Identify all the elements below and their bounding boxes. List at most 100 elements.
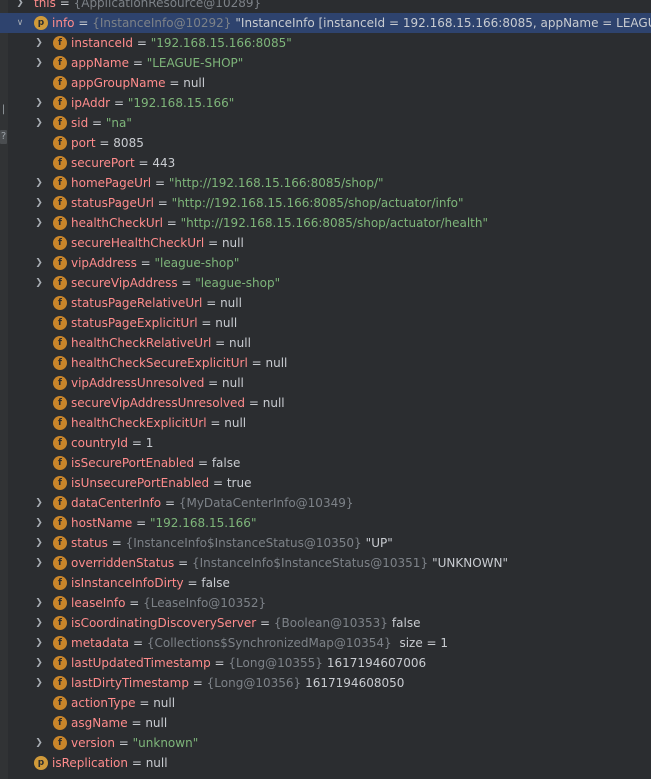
tree-row-secureVipAddress[interactable]: ❯ f secureVipAddress = "league-shop" <box>0 273 651 293</box>
tree-row-isUnsecurePortEnabled[interactable]: f isUnsecurePortEnabled = true <box>0 473 651 493</box>
tree-row-lastUpdatedTimestamp[interactable]: ❯ f lastUpdatedTimestamp = {Long@10355} 161… <box>0 653 651 673</box>
tree-row-isInstanceInfoDirty[interactable]: f isInstanceInfoDirty = false <box>0 573 651 593</box>
variable-name: leaseInfo <box>71 596 126 610</box>
variable-value: "192.168.15.166" <box>127 96 235 110</box>
chevron-right-icon[interactable]: ❯ <box>33 513 45 533</box>
tree-row-healthCheckSecureExplicitUrl[interactable]: f healthCheckSecureExplicitUrl = null <box>0 353 651 373</box>
tree-row-statusPageUrl[interactable]: ❯ f statusPageUrl = "http://192.168.15.166… <box>0 193 651 213</box>
chevron-right-icon[interactable]: ❯ <box>33 533 45 553</box>
field-icon: f <box>53 136 67 150</box>
variable-value: true <box>226 476 252 490</box>
chevron-right-icon[interactable]: ❯ <box>33 173 45 193</box>
variable-display-text: "UNKNOWN" <box>432 556 509 570</box>
variable-name: secureVipAddressUnresolved <box>71 396 246 410</box>
chevron-right-icon[interactable]: ❯ <box>33 633 45 653</box>
tree-row-statusPageExplicitUrl[interactable]: f statusPageExplicitUrl = null <box>0 313 651 333</box>
tree-row-securePort[interactable]: f securePort = 443 <box>0 153 651 173</box>
tree-row-isCoordinatingDiscoveryServer[interactable]: ❯ f isCoordinatingDiscoveryServer = {Boole… <box>0 613 651 633</box>
equals-sign: = <box>136 256 155 270</box>
variable-name: securePort <box>71 156 135 170</box>
tree-row-leaseInfo[interactable]: ❯ f leaseInfo = {LeaseInfo@10352} <box>0 593 651 613</box>
chevron-right-icon[interactable]: ❯ <box>14 0 26 13</box>
chevron-right-icon[interactable]: ❯ <box>33 493 45 513</box>
tree-row-appGroupName[interactable]: f appGroupName = null <box>0 73 651 93</box>
variable-name: asgName <box>71 716 128 730</box>
tree-row-metadata[interactable]: ❯ f metadata = {Collections$SynchronizedMa… <box>0 633 651 653</box>
equals-sign: = <box>107 536 126 550</box>
tree-row-vipAddress[interactable]: ❯ f vipAddress = "league-shop" <box>0 253 651 273</box>
chevron-right-icon[interactable]: ❯ <box>33 733 45 753</box>
tree-row-port[interactable]: f port = 8085 <box>0 133 651 153</box>
tree-row-isReplication[interactable]: p isReplication = null <box>0 753 651 773</box>
tree-row-secureVipAddressUnresolved[interactable]: f secureVipAddressUnresolved = null <box>0 393 651 413</box>
field-icon: f <box>53 376 67 390</box>
tree-row-overriddenStatus[interactable]: ❯ f overriddenStatus = {InstanceInfo$Insta… <box>0 553 651 573</box>
field-icon: f <box>53 36 67 50</box>
variable-value: {InstanceInfo@10292} <box>92 16 232 30</box>
equals-sign: = <box>151 176 169 190</box>
variable-value: null <box>224 416 247 430</box>
variable-name: healthCheckRelativeUrl <box>71 336 212 350</box>
chevron-right-icon[interactable]: ❯ <box>33 193 45 213</box>
variable-name: version <box>71 736 115 750</box>
variable-value: false <box>201 576 230 590</box>
tree-row-healthCheckExplicitUrl[interactable]: f healthCheckExplicitUrl = null <box>0 413 651 433</box>
equals-sign: = <box>256 616 274 630</box>
tree-row-countryId[interactable]: f countryId = 1 <box>0 433 651 453</box>
tree-row-instanceId[interactable]: ❯ f instanceId = "192.168.15.166:8085" <box>0 33 651 53</box>
variable-value: "league-shop" <box>195 276 281 290</box>
field-icon: f <box>53 336 67 350</box>
tree-row-homePageUrl[interactable]: ❯ f homePageUrl = "http://192.168.15.166:8… <box>0 173 651 193</box>
tree-row-status[interactable]: ❯ f status = {InstanceInfo$InstanceStatus@… <box>0 533 651 553</box>
chevron-right-icon[interactable]: ❯ <box>33 33 45 53</box>
tree-row-sid[interactable]: ❯ f sid = "na" <box>0 113 651 133</box>
variable-name: this <box>34 0 56 10</box>
chevron-right-icon[interactable]: ❯ <box>33 113 45 133</box>
tree-row-statusPageRelativeUrl[interactable]: f statusPageRelativeUrl = null <box>0 293 651 313</box>
chevron-down-icon[interactable]: ∨ <box>14 13 26 33</box>
tree-row-healthCheckRelativeUrl[interactable]: f healthCheckRelativeUrl = null <box>0 333 651 353</box>
tree-row-info[interactable]: ∨ p info = {InstanceInfo@10292} "InstanceIn… <box>0 13 651 33</box>
chevron-right-icon[interactable]: ❯ <box>33 253 45 273</box>
variable-value: {Long@10355} <box>228 656 323 670</box>
variable-value: null <box>215 316 238 330</box>
tree-row-lastDirtyTimestamp[interactable]: ❯ f lastDirtyTimestamp = {Long@10356} 16171… <box>0 673 651 693</box>
tree-row-ipAddr[interactable]: ❯ f ipAddr = "192.168.15.166" <box>0 93 651 113</box>
chevron-right-icon[interactable]: ❯ <box>33 553 45 573</box>
chevron-right-icon[interactable]: ❯ <box>33 93 45 113</box>
variable-value: {InstanceInfo$InstanceStatus@10350} <box>125 536 362 550</box>
chevron-right-icon[interactable]: ❯ <box>33 673 45 693</box>
equals-sign: = <box>183 576 202 590</box>
tree-row-vipAddressUnresolved[interactable]: f vipAddressUnresolved = null <box>0 373 651 393</box>
chevron-right-icon[interactable]: ❯ <box>33 53 45 73</box>
equals-sign: = <box>161 496 179 510</box>
tree-row-asgName[interactable]: f asgName = null <box>0 713 651 733</box>
tree-row-version[interactable]: ❯ f version = "unknown" <box>0 733 651 753</box>
tree-row-hostName[interactable]: ❯ f hostName = "192.168.15.166" <box>0 513 651 533</box>
variable-name: lastUpdatedTimestamp <box>71 656 211 670</box>
tree-row-this[interactable]: ❯ this = {ApplicationResource@10289} <box>0 0 651 13</box>
tree-row-dataCenterInfo[interactable]: ❯ f dataCenterInfo = {MyDataCenterInfo@103… <box>0 493 651 513</box>
tree-row-healthCheckUrl[interactable]: ❯ f healthCheckUrl = "http://192.168.15.16… <box>0 213 651 233</box>
variable-name: hostName <box>71 516 133 530</box>
variable-value: {ApplicationResource@10289} <box>73 0 262 10</box>
variable-value: null <box>265 356 288 370</box>
equals-sign: = <box>128 756 146 770</box>
equals-sign: = <box>132 516 150 530</box>
equals-sign: = <box>245 396 263 410</box>
variable-name: secureVipAddress <box>71 276 178 290</box>
equals-sign: = <box>188 676 207 690</box>
chevron-right-icon[interactable]: ❯ <box>33 213 45 233</box>
equals-sign: = <box>204 376 222 390</box>
variable-value: 1 <box>145 436 154 450</box>
chevron-right-icon[interactable]: ❯ <box>33 273 45 293</box>
tree-row-secureHealthCheckUrl[interactable]: f secureHealthCheckUrl = null <box>0 233 651 253</box>
tree-row-isSecurePortEnabled[interactable]: f isSecurePortEnabled = false <box>0 453 651 473</box>
tree-row-actionType[interactable]: f actionType = null <box>0 693 651 713</box>
tree-row-appName[interactable]: ❯ f appName = "LEAGUE-SHOP" <box>0 53 651 73</box>
field-icon: f <box>53 516 67 530</box>
chevron-right-icon[interactable]: ❯ <box>33 593 45 613</box>
chevron-right-icon[interactable]: ❯ <box>33 653 45 673</box>
equals-sign: = <box>125 596 144 610</box>
chevron-right-icon[interactable]: ❯ <box>33 613 45 633</box>
